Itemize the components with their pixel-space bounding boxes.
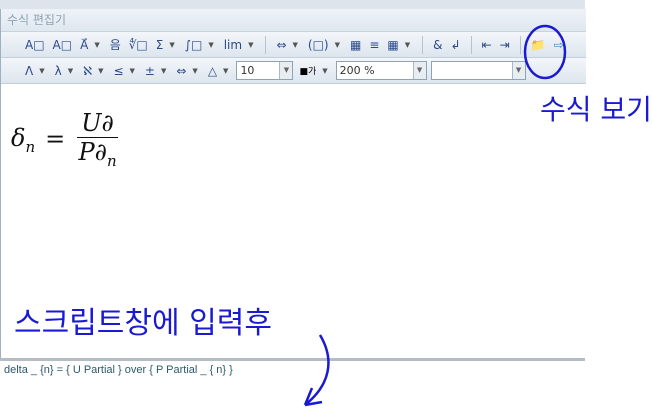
annotation-layer	[303, 24, 567, 407]
script-input-annotation: 스크립트창에 입력후	[14, 306, 272, 341]
arrow-annotation	[303, 334, 330, 407]
highlight-circle	[523, 24, 567, 80]
view-formula-annotation: 수식 보기	[540, 93, 652, 126]
